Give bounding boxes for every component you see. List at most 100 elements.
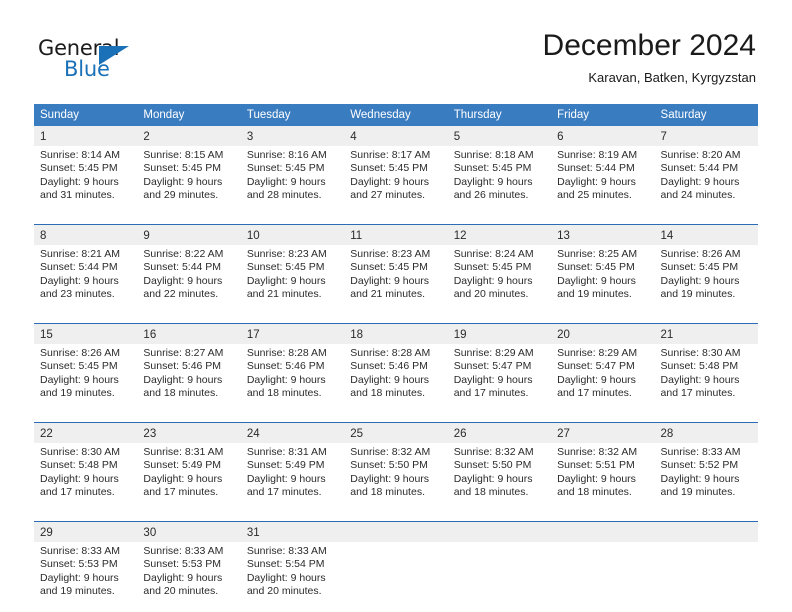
day-sunset-text: Sunset: 5:49 PM: [246, 459, 325, 472]
day-cell-21[interactable]: Sunrise: 8:30 AM Sunset: 5:48 PM Daylight:…: [654, 344, 758, 414]
week-detail-row: Sunrise: 8:30 AM Sunset: 5:48 PM Daylight:…: [34, 443, 758, 513]
day-cell-5[interactable]: Sunrise: 8:18 AM Sunset: 5:45 PM Daylight:…: [447, 146, 552, 216]
day-daylight1-text: Daylight: 9 hours: [453, 472, 533, 485]
day-cell-8[interactable]: Sunrise: 8:21 AM Sunset: 5:44 PM Daylight:…: [34, 245, 138, 315]
day-number-26[interactable]: 26: [447, 422, 552, 443]
day-sunset-text: Sunset: 5:48 PM: [660, 360, 739, 373]
day-cell-19[interactable]: Sunrise: 8:29 AM Sunset: 5:47 PM Daylight:…: [447, 344, 552, 414]
day-number-6[interactable]: 6: [551, 126, 655, 146]
day-sunset-text: Sunset: 5:45 PM: [350, 261, 428, 274]
day-cell-31[interactable]: Sunrise: 8:33 AM Sunset: 5:54 PM Daylight:…: [240, 542, 345, 612]
day-sunrise-text: Sunrise: 8:26 AM: [660, 248, 741, 260]
day-number-empty: [344, 521, 448, 542]
day-cell-24[interactable]: Sunrise: 8:31 AM Sunset: 5:49 PM Daylight:…: [240, 443, 345, 513]
day-number-19[interactable]: 19: [447, 323, 552, 344]
day-cell-26[interactable]: Sunrise: 8:32 AM Sunset: 5:50 PM Daylight:…: [447, 443, 552, 513]
day-sunset-text: Sunset: 5:46 PM: [246, 360, 325, 373]
day-sunrise-text: Sunrise: 8:17 AM: [350, 149, 431, 161]
day-number-2[interactable]: 2: [137, 126, 241, 146]
day-sunset-text: Sunset: 5:45 PM: [40, 360, 118, 373]
day-sunset-text: Sunset: 5:53 PM: [143, 558, 222, 571]
day-number-1[interactable]: 1: [34, 126, 138, 146]
day-number-22[interactable]: 22: [34, 422, 138, 443]
day-cell-3[interactable]: Sunrise: 8:16 AM Sunset: 5:45 PM Daylight:…: [240, 146, 345, 216]
day-number-9[interactable]: 9: [137, 224, 241, 245]
day-daylight2-text: and 21 minutes.: [350, 288, 425, 301]
day-daylight1-text: Daylight: 9 hours: [350, 175, 430, 188]
day-cell-15[interactable]: Sunrise: 8:26 AM Sunset: 5:45 PM Daylight:…: [34, 344, 138, 414]
day-cell-11[interactable]: Sunrise: 8:23 AM Sunset: 5:45 PM Daylight:…: [344, 245, 448, 315]
day-number-21[interactable]: 21: [654, 323, 758, 344]
day-cell-27[interactable]: Sunrise: 8:32 AM Sunset: 5:51 PM Daylight:…: [551, 443, 655, 513]
day-sunset-text: Sunset: 5:44 PM: [557, 162, 635, 175]
day-cell-9[interactable]: Sunrise: 8:22 AM Sunset: 5:44 PM Daylight:…: [137, 245, 241, 315]
day-daylight1-text: Daylight: 9 hours: [40, 373, 119, 386]
day-number-5[interactable]: 5: [447, 126, 552, 146]
day-daylight2-text: and 18 minutes.: [453, 486, 529, 499]
day-number-23[interactable]: 23: [137, 422, 241, 443]
day-daylight1-text: Daylight: 9 hours: [246, 571, 326, 584]
day-number-14[interactable]: 14: [654, 224, 758, 245]
day-cell-16[interactable]: Sunrise: 8:27 AM Sunset: 5:46 PM Daylight:…: [137, 344, 241, 414]
day-daylight2-text: and 17 minutes.: [143, 486, 219, 499]
day-daylight2-text: and 29 minutes.: [143, 189, 219, 202]
day-sunrise-text: Sunrise: 8:23 AM: [246, 248, 327, 260]
day-cell-6[interactable]: Sunrise: 8:19 AM Sunset: 5:44 PM Daylight:…: [551, 146, 655, 216]
day-cell-4[interactable]: Sunrise: 8:17 AM Sunset: 5:45 PM Daylight:…: [344, 146, 448, 216]
day-cell-18[interactable]: Sunrise: 8:28 AM Sunset: 5:46 PM Daylight:…: [344, 344, 448, 414]
day-number-13[interactable]: 13: [551, 224, 655, 245]
day-number-18[interactable]: 18: [344, 323, 448, 344]
day-number-30[interactable]: 30: [137, 521, 241, 542]
day-number-31[interactable]: 31: [240, 521, 345, 542]
day-number-10[interactable]: 10: [240, 224, 345, 245]
day-cell-30[interactable]: Sunrise: 8:33 AM Sunset: 5:53 PM Daylight:…: [137, 542, 241, 612]
day-sunrise-text: Sunrise: 8:33 AM: [40, 545, 120, 557]
day-cell-2[interactable]: Sunrise: 8:15 AM Sunset: 5:45 PM Daylight:…: [137, 146, 241, 216]
day-number-8[interactable]: 8: [34, 224, 138, 245]
day-cell-17[interactable]: Sunrise: 8:28 AM Sunset: 5:46 PM Daylight:…: [240, 344, 345, 414]
day-cell-1[interactable]: Sunrise: 8:14 AM Sunset: 5:45 PM Daylight:…: [34, 146, 138, 216]
day-sunset-text: Sunset: 5:45 PM: [453, 261, 532, 274]
day-cell-10[interactable]: Sunrise: 8:23 AM Sunset: 5:45 PM Daylight:…: [240, 245, 345, 315]
week-day-number-row: 1234567: [34, 126, 758, 146]
day-cell-empty: [447, 542, 552, 612]
title-block: December 2024 Karavan, Batken, Kyrgyzsta…: [543, 28, 756, 86]
day-number-16[interactable]: 16: [137, 323, 241, 344]
day-number-3[interactable]: 3: [240, 126, 345, 146]
day-number-25[interactable]: 25: [344, 422, 448, 443]
day-number-7[interactable]: 7: [654, 126, 758, 146]
day-cell-12[interactable]: Sunrise: 8:24 AM Sunset: 5:45 PM Daylight:…: [447, 245, 552, 315]
day-cell-25[interactable]: Sunrise: 8:32 AM Sunset: 5:50 PM Daylight:…: [344, 443, 448, 513]
day-daylight1-text: Daylight: 9 hours: [557, 373, 636, 386]
day-number-20[interactable]: 20: [551, 323, 655, 344]
day-sunset-text: Sunset: 5:52 PM: [660, 459, 739, 472]
day-number-24[interactable]: 24: [240, 422, 345, 443]
day-daylight1-text: Daylight: 9 hours: [557, 274, 636, 287]
day-cell-14[interactable]: Sunrise: 8:26 AM Sunset: 5:45 PM Daylight:…: [654, 245, 758, 315]
day-cell-23[interactable]: Sunrise: 8:31 AM Sunset: 5:49 PM Daylight:…: [137, 443, 241, 513]
day-sunrise-text: Sunrise: 8:31 AM: [246, 446, 327, 458]
day-daylight1-text: Daylight: 9 hours: [453, 175, 533, 188]
page-title: December 2024: [542, 29, 756, 62]
day-number-28[interactable]: 28: [654, 422, 758, 443]
day-cell-7[interactable]: Sunrise: 8:20 AM Sunset: 5:44 PM Daylight:…: [654, 146, 758, 216]
day-cell-13[interactable]: Sunrise: 8:25 AM Sunset: 5:45 PM Daylight:…: [551, 245, 655, 315]
day-cell-28[interactable]: Sunrise: 8:33 AM Sunset: 5:52 PM Daylight:…: [654, 443, 758, 513]
day-cell-22[interactable]: Sunrise: 8:30 AM Sunset: 5:48 PM Daylight:…: [34, 443, 138, 513]
day-sunset-text: Sunset: 5:45 PM: [143, 162, 222, 175]
general-blue-logo[interactable]: General Blue: [38, 36, 168, 84]
day-daylight1-text: Daylight: 9 hours: [557, 472, 636, 485]
day-cell-29[interactable]: Sunrise: 8:33 AM Sunset: 5:53 PM Daylight:…: [34, 542, 138, 612]
day-number-29[interactable]: 29: [34, 521, 138, 542]
day-number-12[interactable]: 12: [447, 224, 552, 245]
day-number-11[interactable]: 11: [344, 224, 448, 245]
day-number-27[interactable]: 27: [551, 422, 655, 443]
day-sunset-text: Sunset: 5:44 PM: [143, 261, 222, 274]
day-daylight2-text: and 23 minutes.: [40, 288, 115, 301]
day-number-15[interactable]: 15: [34, 323, 138, 344]
day-sunset-text: Sunset: 5:46 PM: [143, 360, 222, 373]
day-sunrise-text: Sunrise: 8:33 AM: [246, 545, 327, 557]
day-number-17[interactable]: 17: [240, 323, 345, 344]
day-number-4[interactable]: 4: [344, 126, 448, 146]
day-cell-20[interactable]: Sunrise: 8:29 AM Sunset: 5:47 PM Daylight:…: [551, 344, 655, 414]
